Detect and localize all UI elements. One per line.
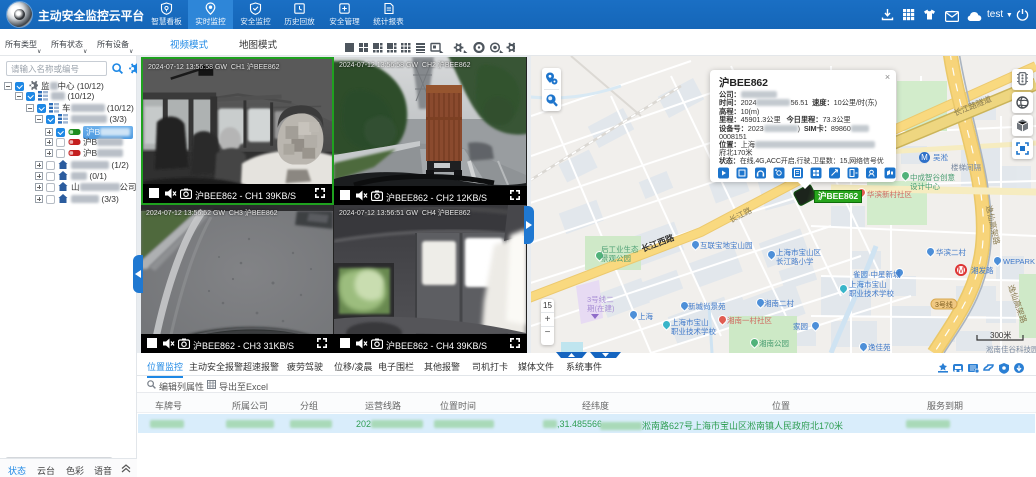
svg-text:3号线: 3号线 — [935, 300, 953, 309]
svg-text:3号线二: 3号线二 — [587, 294, 614, 304]
svg-text:300米: 300米 — [990, 330, 1011, 340]
svg-text:期(在建): 期(在建) — [587, 303, 615, 313]
